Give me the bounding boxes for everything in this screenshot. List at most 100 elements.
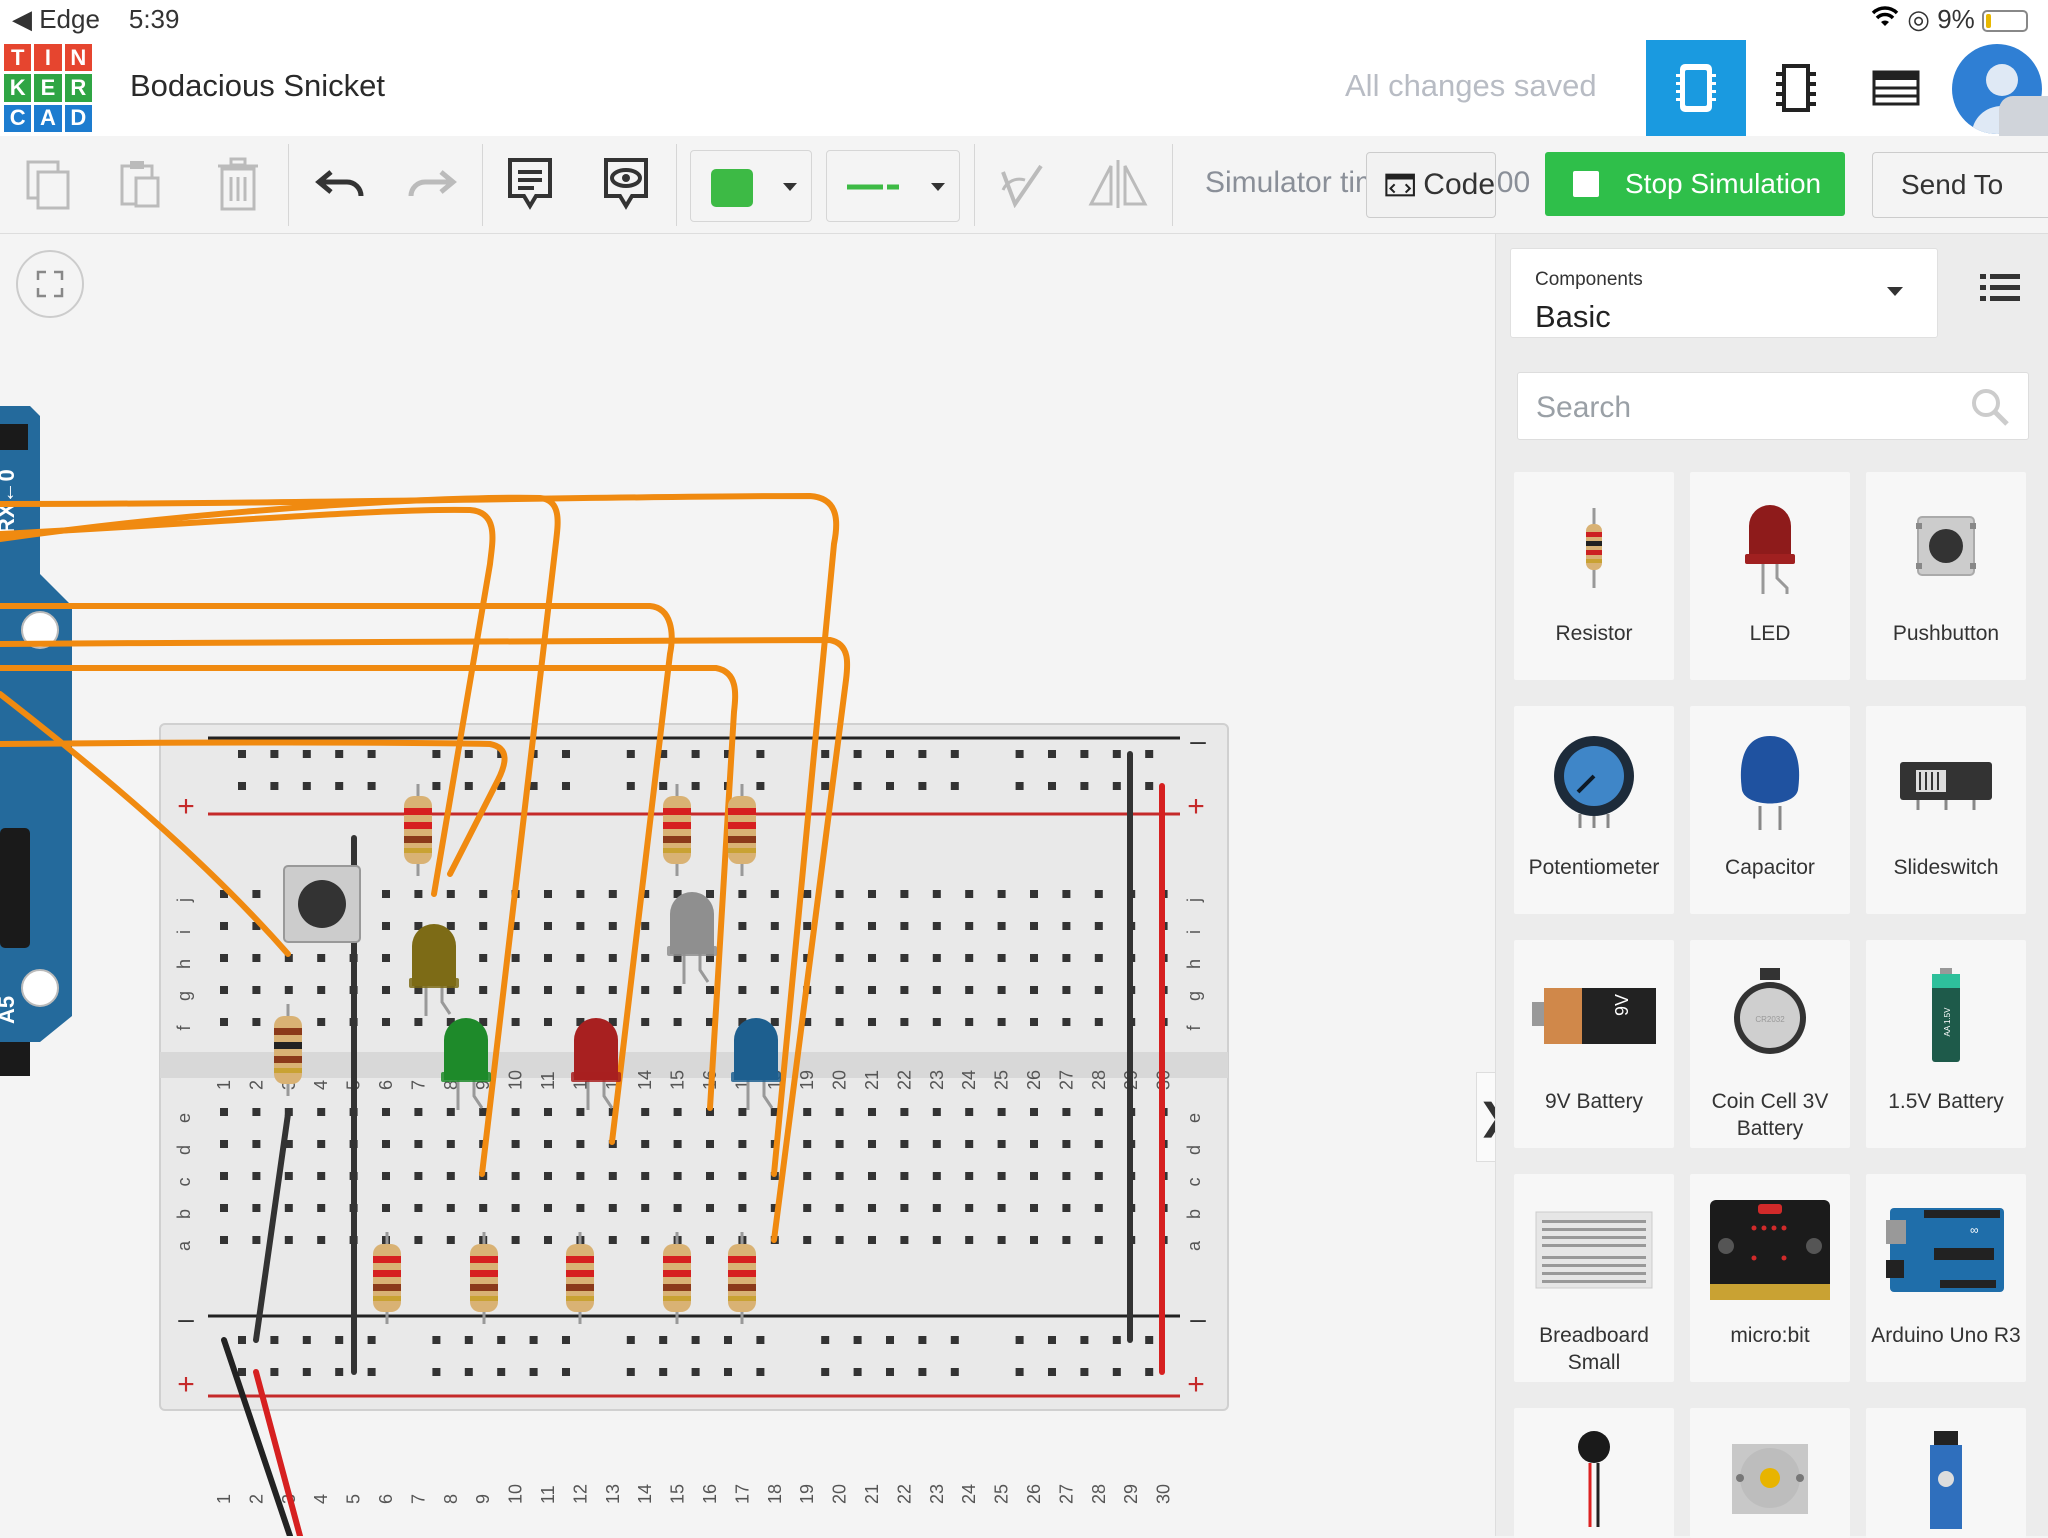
breadboard-hole[interactable] — [1094, 1018, 1103, 1026]
breadboard-hole[interactable] — [414, 1140, 423, 1148]
breadboard-hole[interactable] — [1030, 954, 1038, 962]
breadboard-hole[interactable] — [317, 1236, 326, 1244]
rail-hole[interactable] — [464, 1368, 473, 1376]
breadboard-hole[interactable] — [382, 1204, 390, 1212]
breadboard-hole[interactable] — [803, 1236, 812, 1244]
redo-button[interactable] — [392, 146, 472, 222]
breadboard-hole[interactable] — [317, 1172, 326, 1180]
undo-button[interactable] — [300, 146, 380, 222]
breadboard-hole[interactable] — [641, 1018, 650, 1026]
rail-hole[interactable] — [853, 782, 862, 790]
rail-hole[interactable] — [497, 1368, 506, 1376]
rail-hole[interactable] — [659, 1336, 668, 1344]
rail-hole[interactable] — [335, 750, 344, 758]
rail-hole[interactable] — [950, 1368, 959, 1376]
breadboard-hole[interactable] — [738, 1204, 747, 1212]
breadboard-hole[interactable] — [997, 1236, 1006, 1244]
breadboard-hole[interactable] — [511, 1018, 520, 1026]
rail-hole[interactable] — [918, 782, 927, 790]
breadboard-hole[interactable] — [544, 1108, 552, 1116]
breadboard-hole[interactable] — [641, 1236, 650, 1244]
rail-hole[interactable] — [886, 1336, 894, 1344]
breadboard-hole[interactable] — [835, 1204, 844, 1212]
breadboard-hole[interactable] — [576, 1204, 585, 1212]
breadboard-hole[interactable] — [220, 1236, 228, 1244]
rail-hole[interactable] — [302, 782, 311, 790]
breadboard-hole[interactable] — [965, 1140, 974, 1148]
rail-hole[interactable] — [335, 1336, 344, 1344]
rail-hole[interactable] — [1048, 1336, 1056, 1344]
breadboard-hole[interactable] — [220, 1140, 228, 1148]
rail-hole[interactable] — [950, 782, 959, 790]
component-card-servo[interactable] — [1866, 1408, 2026, 1538]
breadboard-hole[interactable] — [835, 954, 844, 962]
breadboard-hole[interactable] — [1030, 1236, 1038, 1244]
rail-hole[interactable] — [238, 1368, 246, 1376]
breadboard-hole[interactable] — [414, 1236, 423, 1244]
breadboard-hole[interactable] — [382, 1018, 390, 1026]
breadboard-hole[interactable] — [673, 1018, 682, 1026]
breadboard-hole[interactable] — [965, 922, 974, 930]
breadboard-hole[interactable] — [868, 890, 876, 898]
breadboard-hole[interactable] — [965, 1018, 974, 1026]
rail-hole[interactable] — [1048, 1368, 1056, 1376]
rail-hole[interactable] — [464, 1336, 473, 1344]
rail-hole[interactable] — [756, 782, 765, 790]
rail-hole[interactable] — [1015, 782, 1024, 790]
component-card-potentiometer[interactable]: Potentiometer — [1514, 706, 1674, 914]
rail-hole[interactable] — [821, 750, 830, 758]
rail-hole[interactable] — [626, 750, 635, 758]
breadboard-hole[interactable] — [511, 954, 520, 962]
breadboard-hole[interactable] — [479, 1204, 488, 1212]
workplane-canvas[interactable]: RX←0 A5 11223344556677889910101111121213… — [0, 234, 1495, 1536]
breadboard-hole[interactable] — [868, 1108, 876, 1116]
rail-hole[interactable] — [1145, 1336, 1154, 1344]
rail-hole[interactable] — [270, 750, 279, 758]
breadboard-hole[interactable] — [317, 1204, 326, 1212]
breadboard-hole[interactable] — [220, 986, 228, 994]
component-card-dc-motor[interactable] — [1690, 1408, 1850, 1538]
breadboard-hole[interactable] — [900, 986, 909, 994]
components-dropdown[interactable]: Components Basic — [1510, 248, 1938, 338]
breadboard-hole[interactable] — [803, 1108, 812, 1116]
breadboard-hole[interactable] — [608, 890, 617, 898]
rail-hole[interactable] — [432, 1368, 441, 1376]
component-card-aa-battery[interactable]: AA 1.5V 1.5V Battery — [1866, 940, 2026, 1148]
breadboard-hole[interactable] — [997, 1018, 1006, 1026]
breadboard-hole[interactable] — [382, 986, 390, 994]
collapse-panel-button[interactable]: ❯ — [1476, 1072, 1495, 1162]
breadboard-hole[interactable] — [446, 1236, 455, 1244]
breadboard-hole[interactable] — [770, 890, 779, 898]
breadboard-hole[interactable] — [511, 1140, 520, 1148]
breadboard-hole[interactable] — [706, 890, 714, 898]
rail-hole[interactable] — [1112, 1368, 1121, 1376]
breadboard-hole[interactable] — [900, 1140, 909, 1148]
breadboard-hole[interactable] — [900, 1108, 909, 1116]
breadboard-hole[interactable] — [511, 1172, 520, 1180]
breadboard-hole[interactable] — [608, 1204, 617, 1212]
rail-hole[interactable] — [626, 1336, 635, 1344]
breadboard-hole[interactable] — [252, 986, 261, 994]
breadboard-hole[interactable] — [284, 1236, 293, 1244]
breadboard-hole[interactable] — [868, 1204, 876, 1212]
rail-hole[interactable] — [302, 1336, 311, 1344]
breadboard-hole[interactable] — [770, 986, 779, 994]
schematic-view-button[interactable] — [1746, 40, 1846, 136]
rail-hole[interactable] — [1080, 750, 1089, 758]
component-card-coin-cell[interactable]: CR2032 Coin Cell 3V Battery — [1690, 940, 1850, 1148]
breadboard-hole[interactable] — [220, 954, 228, 962]
breadboard-hole[interactable] — [446, 1204, 455, 1212]
breadboard-hole[interactable] — [641, 922, 650, 930]
breadboard-hole[interactable] — [868, 1018, 876, 1026]
breadboard-hole[interactable] — [835, 890, 844, 898]
breadboard-hole[interactable] — [446, 922, 455, 930]
breadboard-hole[interactable] — [641, 1140, 650, 1148]
breadboard-hole[interactable] — [932, 922, 941, 930]
rail-hole[interactable] — [691, 750, 700, 758]
breadboard-hole[interactable] — [1062, 1018, 1071, 1026]
breadboard-hole[interactable] — [1062, 1108, 1071, 1116]
rail-hole[interactable] — [1080, 1336, 1089, 1344]
breadboard-hole[interactable] — [900, 1172, 909, 1180]
rail-hole[interactable] — [562, 750, 570, 758]
breadboard-hole[interactable] — [608, 986, 617, 994]
